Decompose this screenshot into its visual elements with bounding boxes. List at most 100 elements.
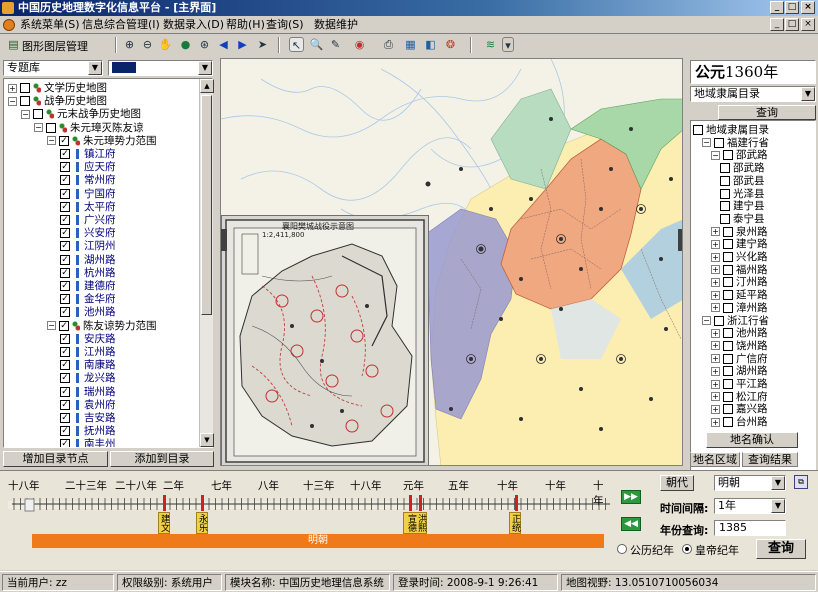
tree-checkbox[interactable]: ✓: [60, 175, 70, 186]
tree-expander-icon[interactable]: +: [711, 290, 720, 300]
print-icon[interactable]: ⎙: [381, 37, 396, 52]
map-view[interactable]: 襄阳樊城战役示意图 1:2,411,800: [220, 58, 683, 466]
chevron-down-icon[interactable]: ▼: [801, 87, 815, 101]
region-node[interactable]: + 台州路: [711, 415, 768, 429]
play-back-icon[interactable]: ◀◀: [621, 517, 641, 531]
tree-expander-icon[interactable]: +: [711, 328, 720, 338]
region-checkbox[interactable]: [723, 277, 733, 288]
tree-expander-icon[interactable]: −: [8, 96, 17, 106]
select-arrow-icon[interactable]: ↖: [289, 37, 304, 52]
region-checkbox[interactable]: [723, 302, 733, 313]
forward-arrow-icon[interactable]: ▶: [235, 37, 250, 52]
tree-checkbox[interactable]: ✓: [60, 439, 70, 447]
query-icon[interactable]: ◧: [423, 37, 438, 52]
tree-checkbox[interactable]: ✓: [60, 281, 70, 291]
menu-system[interactable]: 系统菜单(S): [20, 16, 80, 34]
identify-icon[interactable]: ◉: [352, 37, 367, 52]
tree-checkbox[interactable]: ✓: [60, 201, 70, 212]
scroll-down-button[interactable]: ▼: [200, 433, 214, 447]
tree-checkbox[interactable]: ✓: [59, 135, 69, 146]
tree-checkbox[interactable]: [20, 83, 30, 93]
right-query-button[interactable]: 查询: [718, 105, 816, 120]
dynasty-select[interactable]: 明朝 ▼: [714, 475, 786, 491]
tree-expander-icon[interactable]: +: [711, 417, 720, 427]
layers-icon[interactable]: ≋: [483, 37, 498, 52]
minimize-button[interactable]: _: [770, 1, 784, 14]
tree-expander-icon[interactable]: +: [711, 379, 720, 389]
region-checkbox[interactable]: [723, 391, 733, 402]
tree-expander-icon[interactable]: −: [711, 150, 720, 160]
tree-checkbox[interactable]: ✓: [60, 426, 70, 437]
chevron-down-icon[interactable]: ▼: [771, 499, 785, 513]
tree-expander-icon[interactable]: +: [8, 83, 17, 93]
tree-expander-icon[interactable]: +: [711, 239, 720, 249]
region-checkbox[interactable]: [723, 264, 733, 275]
scroll-thumb[interactable]: [201, 95, 212, 315]
topic-tree[interactable]: + 文学历史地图 − 战争历史地图 − 元末战争历史地图 − 朱元璋灭陈友谅 − ✓ 朱元璋势力范围…: [3, 78, 213, 448]
find-icon[interactable]: 🔍: [309, 37, 324, 52]
tree-expander-icon[interactable]: −: [47, 321, 56, 331]
tree-expander-icon[interactable]: +: [711, 252, 720, 262]
tree-expander-icon[interactable]: +: [711, 366, 720, 376]
tree-checkbox[interactable]: ✓: [60, 254, 70, 265]
menu-data-entry[interactable]: 数据录入(D): [163, 16, 224, 34]
place-confirm-button[interactable]: 地名确认: [706, 432, 798, 448]
palette-icon[interactable]: ❂: [443, 37, 458, 52]
tree-expander-icon[interactable]: +: [711, 265, 720, 275]
region-checkbox[interactable]: [720, 213, 730, 224]
tree-expander-icon[interactable]: −: [47, 136, 56, 146]
tree-checkbox[interactable]: ✓: [60, 228, 70, 239]
tree-checkbox[interactable]: ✓: [60, 267, 70, 278]
tree-expander-icon[interactable]: −: [34, 123, 43, 133]
tree-checkbox[interactable]: ✓: [60, 149, 70, 159]
zoom-out-icon[interactable]: ⊖: [140, 37, 155, 52]
pan-hand-icon[interactable]: ✋: [158, 37, 173, 52]
reign-marker[interactable]: 洪熙宣德: [403, 512, 427, 534]
reign-marker[interactable]: 建文: [158, 512, 170, 534]
radio-imperial[interactable]: [682, 544, 692, 554]
add-to-directory-button[interactable]: 添加到目录: [110, 451, 214, 467]
region-checkbox[interactable]: [714, 137, 724, 148]
region-checkbox[interactable]: [720, 188, 730, 199]
directory-select[interactable]: 地域隶属目录 ▼: [690, 86, 816, 102]
tree-checkbox[interactable]: ✓: [60, 188, 70, 199]
measure-icon[interactable]: ✎: [328, 37, 343, 52]
tree-expander-icon[interactable]: +: [711, 354, 720, 364]
tree-checkbox[interactable]: [33, 109, 43, 120]
reign-marker[interactable]: 永乐: [196, 512, 208, 534]
region-checkbox[interactable]: [723, 404, 733, 415]
menu-help[interactable]: 帮助(H): [226, 16, 265, 34]
region-checkbox[interactable]: [723, 290, 733, 301]
play-forward-icon[interactable]: ▶▶: [621, 490, 641, 504]
tree-expander-icon[interactable]: +: [711, 227, 720, 237]
child-minimize-button[interactable]: _: [770, 18, 784, 31]
tab-query-result[interactable]: 查询结果: [742, 452, 798, 467]
pointer-icon[interactable]: ➤: [255, 37, 270, 52]
timeline-query-button[interactable]: 查询: [756, 539, 806, 559]
zoom-in-icon[interactable]: ⊕: [122, 37, 137, 52]
region-checkbox[interactable]: [723, 328, 733, 339]
tree-expander-icon[interactable]: −: [702, 138, 711, 148]
tree-checkbox[interactable]: [46, 122, 56, 133]
region-checkbox[interactable]: [693, 125, 703, 135]
region-checkbox[interactable]: [720, 175, 730, 186]
tree-expander-icon[interactable]: +: [711, 303, 720, 313]
tree-checkbox[interactable]: ✓: [60, 307, 70, 318]
region-checkbox[interactable]: [723, 226, 733, 237]
close-button[interactable]: ×: [801, 1, 815, 14]
chevron-down-icon[interactable]: ▼: [88, 61, 102, 75]
tree-checkbox[interactable]: ✓: [60, 162, 70, 173]
left-collapse-handle[interactable]: [221, 229, 227, 251]
tree-checkbox[interactable]: ✓: [60, 241, 70, 252]
chevron-down-icon[interactable]: ▼: [198, 61, 212, 75]
tree-scrollbar[interactable]: ▲ ▼: [199, 79, 214, 447]
menu-maintenance[interactable]: 数据维护: [314, 16, 358, 34]
region-checkbox[interactable]: [723, 150, 733, 161]
tree-checkbox[interactable]: ✓: [60, 347, 70, 357]
region-checkbox[interactable]: [723, 379, 733, 389]
category-select[interactable]: ▼: [108, 60, 213, 76]
tree-checkbox[interactable]: ✓: [60, 360, 70, 371]
region-checkbox[interactable]: [723, 340, 733, 351]
tree-checkbox[interactable]: ✓: [60, 399, 70, 410]
region-checkbox[interactable]: [720, 163, 730, 174]
